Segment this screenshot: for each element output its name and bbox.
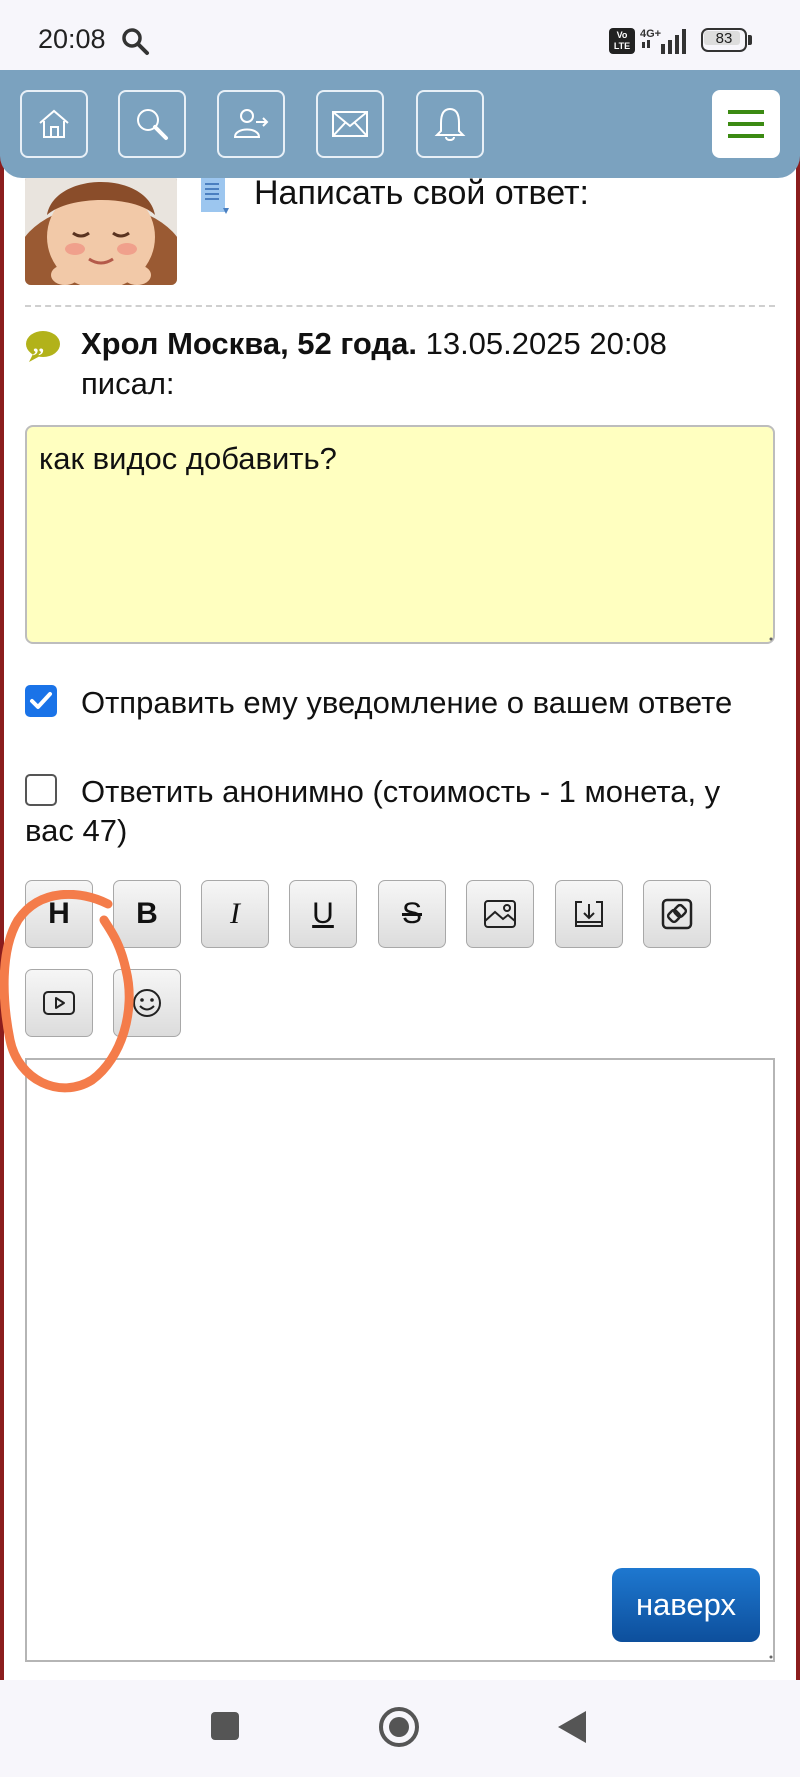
quote-wrote: писал: — [81, 366, 175, 401]
heading-label: H — [48, 897, 70, 930]
strikethrough-label: S — [401, 897, 422, 930]
user-logout-icon — [233, 109, 269, 138]
quote-author[interactable]: Хрол Москва, 52 года. — [81, 326, 417, 361]
notify-label[interactable]: Отправить ему уведомление о вашем ответе — [81, 685, 732, 721]
system-navigation-bar — [0, 1680, 800, 1777]
divider — [25, 305, 775, 307]
nav-notifications-button[interactable] — [416, 90, 484, 158]
home-icon — [39, 109, 69, 138]
nav-profile-button[interactable] — [217, 90, 285, 158]
battery-icon: 83 — [701, 28, 753, 52]
battery-level: 83 — [715, 30, 733, 47]
insert-file-button[interactable] — [555, 880, 623, 948]
volte-icon: Vo LTE — [609, 28, 635, 54]
mail-icon — [332, 111, 368, 137]
insert-link-button[interactable] — [643, 880, 711, 948]
anonymous-label[interactable]: Ответить анонимно (стоимость - 1 монета,… — [81, 774, 720, 810]
status-bar: 20:08 Vo LTE 4G+ 83 — [0, 0, 800, 80]
italic-label: I — [230, 897, 240, 930]
avatar-image — [25, 175, 177, 285]
document-icon — [201, 178, 229, 214]
search-icon — [137, 109, 168, 140]
bell-icon — [434, 107, 466, 141]
download-icon — [575, 901, 603, 927]
resize-handle-icon[interactable] — [766, 634, 774, 642]
anonymous-checkbox[interactable] — [25, 774, 57, 806]
resize-handle-icon[interactable] — [766, 1652, 774, 1660]
hamburger-menu-icon — [728, 110, 764, 138]
smiley-icon — [133, 989, 161, 1017]
quote-datetime: 13.05.2025 20:08 — [416, 326, 667, 361]
link-icon — [661, 898, 693, 930]
heading-button[interactable]: H — [25, 880, 93, 948]
svg-text:,,: ,, — [33, 332, 44, 357]
strikethrough-button[interactable]: S — [378, 880, 446, 948]
recents-icon[interactable] — [210, 1711, 240, 1741]
insert-image-button[interactable] — [466, 880, 534, 948]
underline-button[interactable]: U — [289, 880, 357, 948]
quoted-message: как видос добавить? — [25, 425, 775, 644]
avatar — [25, 175, 177, 285]
status-time: 20:08 — [38, 24, 106, 54]
image-icon — [484, 900, 516, 928]
nav-search-button[interactable] — [118, 90, 186, 158]
scroll-to-top-button[interactable]: наверх — [612, 1568, 760, 1642]
reply-title: Написать свой ответ: — [254, 174, 590, 212]
emoji-button[interactable] — [113, 969, 181, 1037]
notify-checkbox[interactable] — [25, 685, 57, 717]
underline-label: U — [312, 897, 334, 930]
nav-mail-button[interactable] — [316, 90, 384, 158]
svg-text:4G+: 4G+ — [640, 28, 661, 40]
checkmark-icon — [30, 692, 52, 709]
italic-button[interactable]: I — [201, 880, 269, 948]
signal-icon: 4G+ — [640, 28, 686, 54]
status-search-icon — [122, 28, 149, 55]
anonymous-label-cont[interactable]: вас 47) — [25, 813, 127, 849]
video-play-icon — [43, 991, 75, 1015]
insert-video-button[interactable] — [25, 969, 93, 1037]
menu-button[interactable] — [712, 90, 780, 158]
bold-label: B — [136, 897, 158, 930]
home-nav-icon[interactable] — [378, 1706, 420, 1748]
back-icon[interactable] — [556, 1709, 588, 1745]
bold-button[interactable]: B — [113, 880, 181, 948]
nav-home-button[interactable] — [20, 90, 88, 158]
quote-header: Хрол Москва, 52 года. 13.05.2025 20:08 — [81, 326, 667, 362]
top-navigation — [0, 70, 800, 178]
quote-icon: ,, — [26, 331, 60, 362]
